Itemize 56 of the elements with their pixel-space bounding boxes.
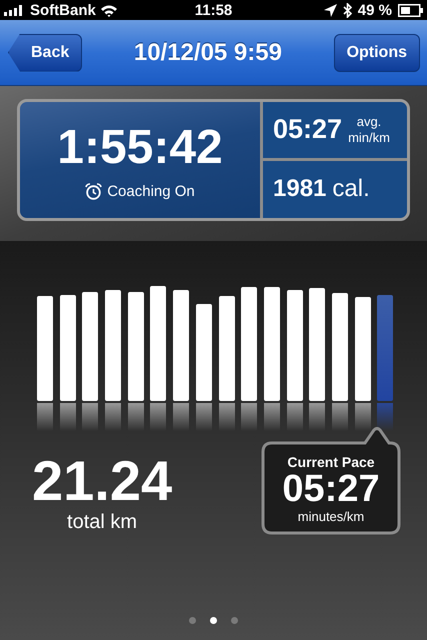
wifi-icon	[100, 4, 118, 16]
distance-unit: total km	[67, 511, 138, 534]
bar-reflection	[60, 403, 76, 431]
page-indicator-dot[interactable]	[189, 617, 196, 624]
bar-reflection	[286, 403, 303, 431]
bar-reflection	[150, 403, 166, 431]
current-pace-title: Current Pace	[287, 454, 375, 470]
calories-unit: cal.	[332, 175, 370, 204]
battery-icon	[398, 4, 423, 16]
carrier-name: SoftBank	[30, 2, 96, 18]
calories-value: 1981	[273, 175, 326, 204]
bar-reflection	[332, 403, 348, 431]
bar-reflection	[241, 403, 258, 431]
split-bar[interactable]	[196, 304, 212, 401]
bar-reflection	[173, 403, 190, 431]
split-bar[interactable]	[150, 286, 166, 401]
clock-time: 11:58	[194, 2, 232, 18]
pace-unit: min/km	[348, 130, 390, 146]
bar-reflection	[128, 403, 144, 431]
split-bar[interactable]	[173, 290, 190, 401]
bar-reflection	[218, 403, 234, 431]
current-pace-value: 05:27	[282, 470, 380, 510]
split-bar[interactable]	[241, 287, 258, 401]
split-bar[interactable]	[105, 290, 122, 401]
duration-value: 1:55:42	[57, 120, 223, 174]
average-pace-value: 05:27	[273, 114, 342, 146]
distance-value: 21.24	[32, 453, 172, 509]
back-button[interactable]: Back	[8, 34, 82, 72]
page-indicator-dot[interactable]	[210, 617, 217, 624]
nav-title: 10/12/05 9:59	[134, 38, 282, 66]
split-bar[interactable]	[128, 292, 144, 401]
alarm-clock-icon	[85, 182, 102, 200]
bar-reflection	[196, 403, 212, 431]
coaching-status: Coaching On	[107, 182, 195, 200]
bluetooth-icon	[342, 2, 352, 18]
bar-reflection	[82, 403, 98, 431]
location-arrow-icon	[324, 4, 337, 16]
split-bar[interactable]	[82, 292, 98, 401]
current-pace-unit: minutes/km	[298, 509, 364, 524]
options-button[interactable]: Options	[334, 34, 420, 72]
split-bar[interactable]	[354, 297, 371, 401]
bar-reflection	[105, 403, 122, 431]
split-bar[interactable]	[218, 296, 234, 401]
split-bar[interactable]	[332, 293, 348, 401]
battery-percent: 49 %	[358, 2, 392, 18]
split-bar[interactable]	[309, 288, 326, 401]
bar-reflection	[37, 403, 53, 431]
average-label: avg.	[356, 114, 382, 130]
page-indicator-dot[interactable]	[231, 617, 238, 624]
bar-reflection	[309, 403, 326, 431]
split-bar[interactable]	[286, 290, 303, 401]
bar-reflection	[354, 403, 371, 431]
bar-reflection	[264, 403, 280, 431]
bar-reflection	[377, 403, 394, 431]
split-bar[interactable]	[264, 287, 280, 401]
split-bar[interactable]	[60, 295, 76, 401]
